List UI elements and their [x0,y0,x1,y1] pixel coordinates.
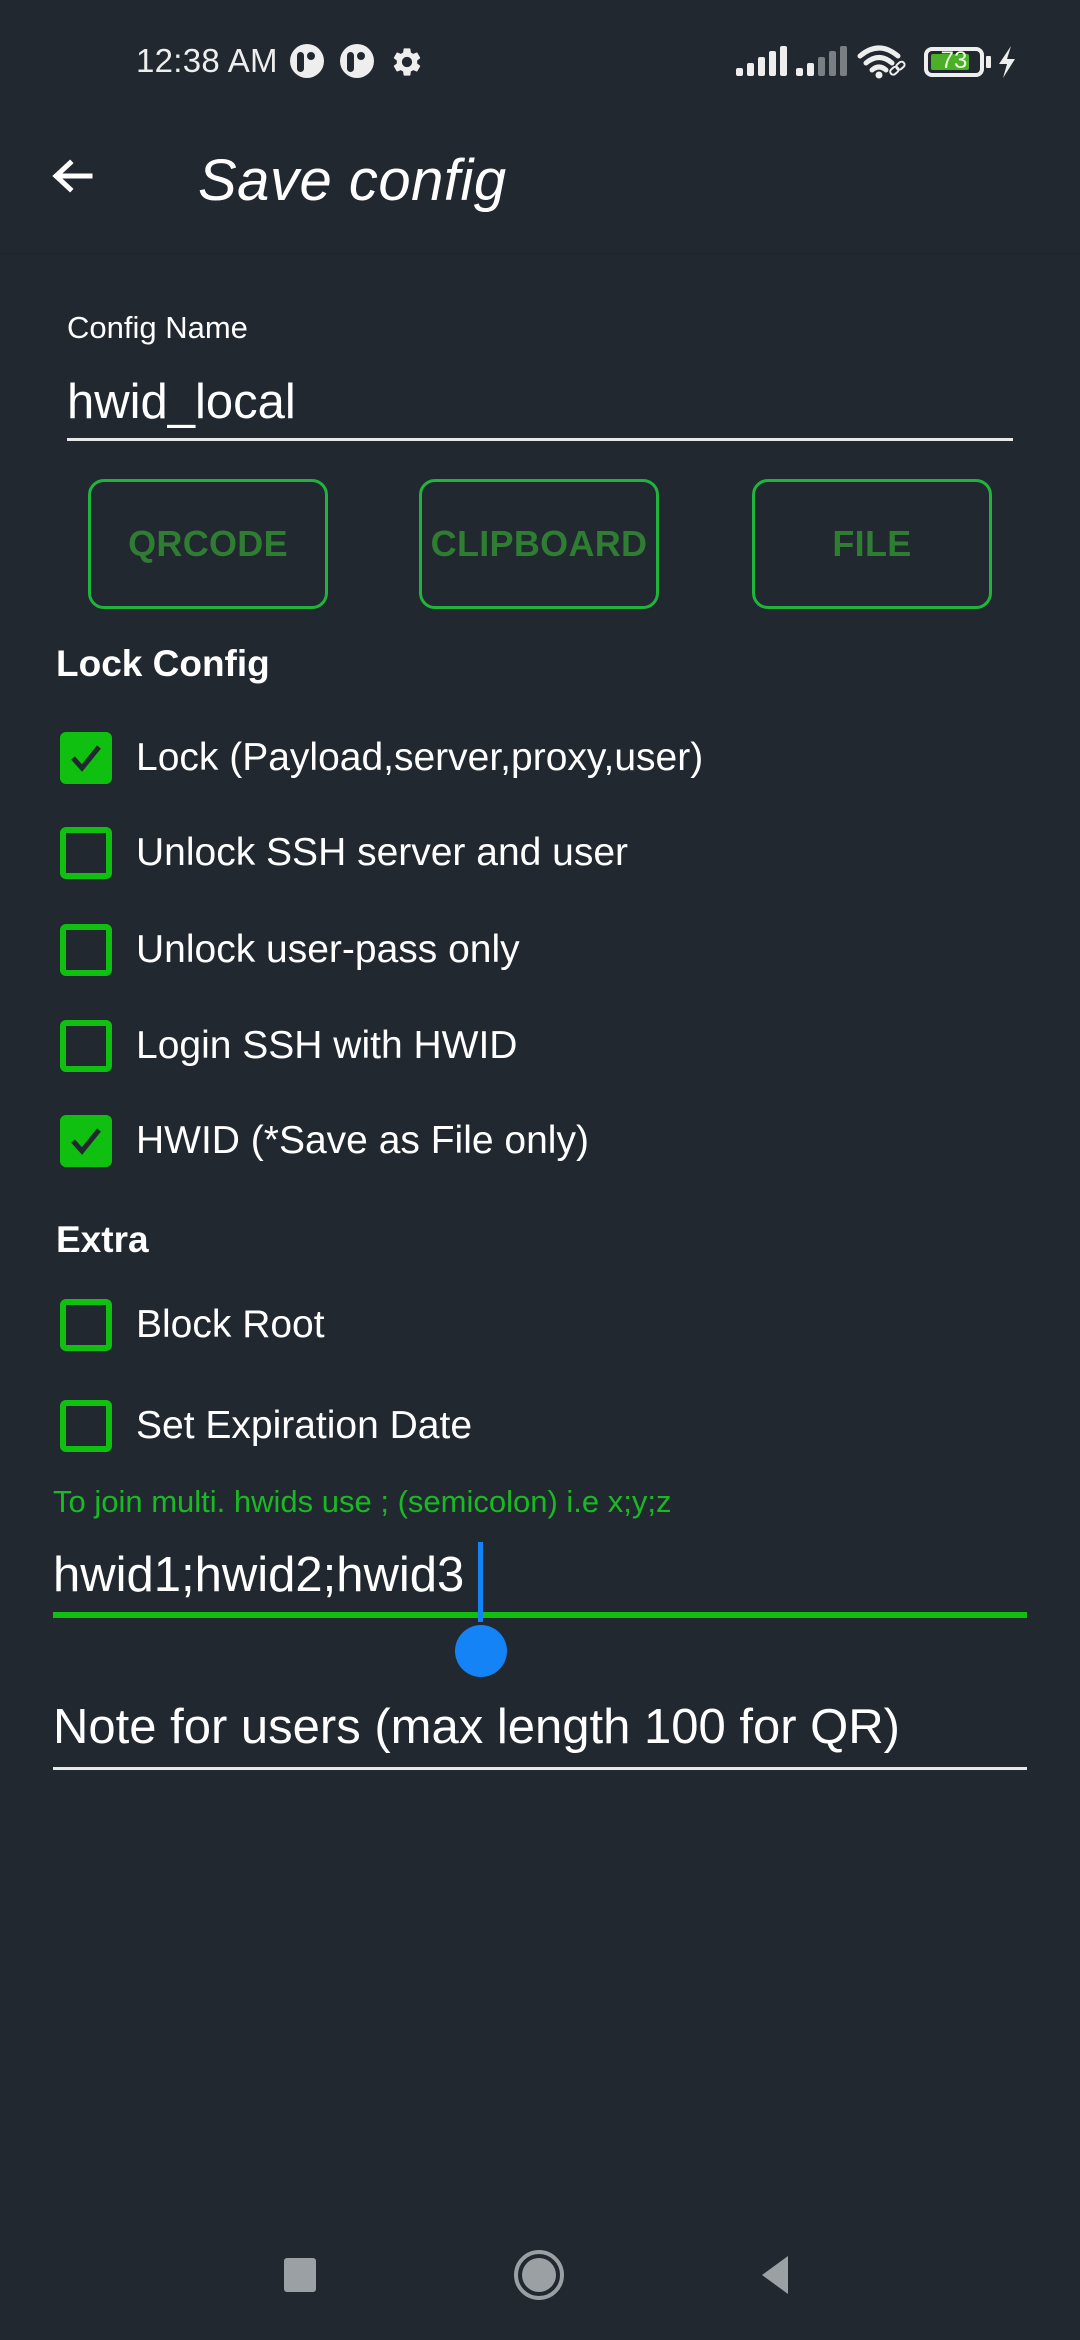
checkbox-login-ssh-hwid[interactable]: Login SSH with HWID [56,1011,517,1081]
navigation-bar [0,2200,1080,2340]
signal-sim1-icon [736,46,787,76]
checkbox-label: Unlock SSH server and user [136,831,629,874]
checkbox-label: Set Expiration Date [136,1404,473,1447]
app-notification-icon [290,44,324,78]
checkbox-unchecked-icon[interactable] [60,1400,112,1452]
checkbox-unchecked-icon[interactable] [60,827,112,879]
checkbox-set-expiration-date[interactable]: Set Expiration Date [56,1391,472,1461]
battery-level: 73 [940,47,968,74]
checkbox-unlock-ssh-server-user[interactable]: Unlock SSH server and user [56,818,628,888]
lock-config-header: Lock Config [56,643,270,684]
checkbox-label: Lock (Payload,server,proxy,user) [136,736,704,779]
text-selection-handle[interactable] [455,1625,507,1677]
config-name-input[interactable] [67,365,1013,441]
status-time: 12:38 AM [136,42,278,79]
checkbox-lock-payload[interactable]: Lock (Payload,server,proxy,user) [56,723,703,793]
checkbox-checked-icon[interactable] [60,732,112,784]
checkbox-unchecked-icon[interactable] [60,1020,112,1072]
battery-icon: 73 [924,47,984,77]
checkbox-hwid-file-only[interactable]: HWID (*Save as File only) [56,1106,589,1176]
charging-bolt-icon [996,46,1018,83]
checkbox-checked-icon[interactable] [60,1115,112,1167]
back-triangle-icon[interactable] [762,2256,788,2294]
arrow-left-icon [52,159,93,193]
checkbox-label: Login SSH with HWID [136,1024,518,1067]
toolbar: Save config [0,125,1080,255]
page-title: Save config [198,148,507,213]
extra-header: Extra [56,1219,149,1260]
note-input[interactable] [53,1686,1027,1770]
checkbox-label: HWID (*Save as File only) [136,1119,589,1162]
checkbox-unchecked-icon[interactable] [60,924,112,976]
wifi-linked-icon [856,44,908,85]
app-notification-icon [340,44,374,78]
back-button[interactable] [40,147,116,223]
text-caret [478,1542,483,1622]
checkbox-unchecked-icon[interactable] [60,1299,112,1351]
battery-cap [986,56,991,68]
checkbox-label: Unlock user-pass only [136,928,520,971]
recents-square-icon[interactable] [284,2258,316,2292]
home-circle-icon[interactable] [514,2250,564,2300]
hwid-input[interactable] [53,1540,1027,1610]
settings-gear-icon [390,45,424,84]
hwid-field [53,1540,1027,1618]
hwid-hint: To join multi. hwids use ; (semicolon) i… [53,1484,672,1519]
checkbox-label: Block Root [136,1303,325,1346]
signal-sim2-icon [796,46,847,76]
clipboard-button[interactable]: CLIPBOARD [419,479,659,609]
checkbox-unlock-user-pass[interactable]: Unlock user-pass only [56,915,520,985]
config-name-label: Config Name [67,310,248,345]
qrcode-button[interactable]: QRCODE [88,479,328,609]
checkbox-block-root[interactable]: Block Root [56,1290,325,1360]
status-bar: 12:38 AM 73 [0,0,1080,125]
file-button[interactable]: FILE [752,479,992,609]
